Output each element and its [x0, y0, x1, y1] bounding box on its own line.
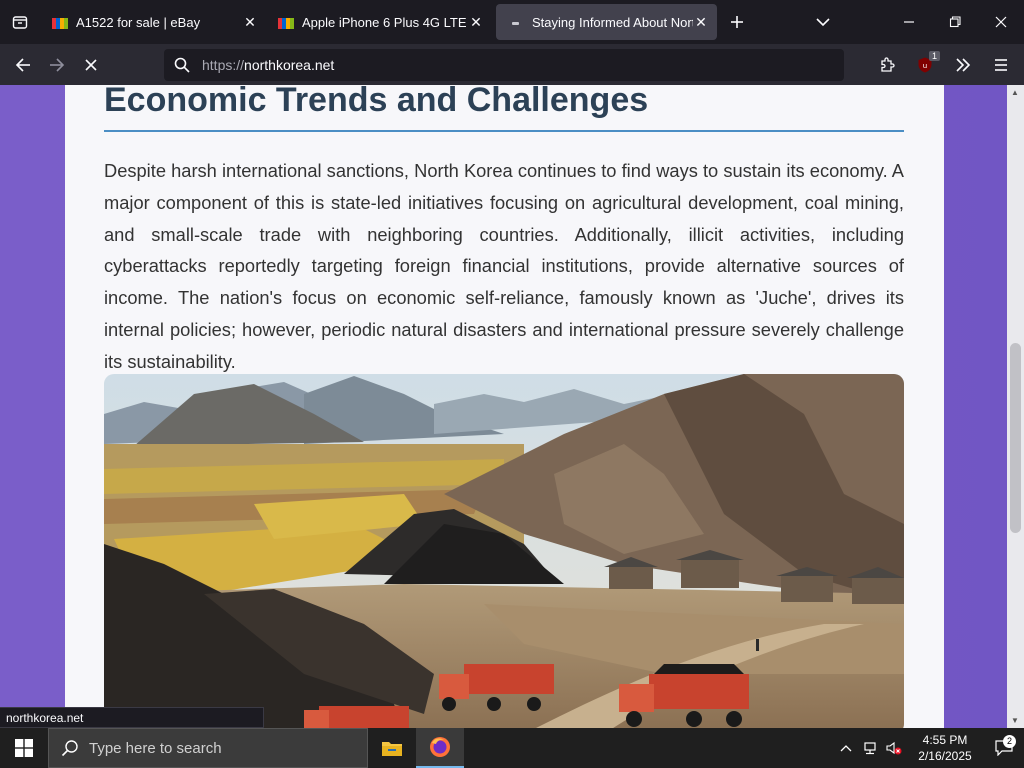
plus-icon — [731, 16, 743, 28]
search-icon — [174, 57, 190, 73]
tab-north-korea[interactable]: Staying Informed About North Korea ✕ — [496, 4, 717, 40]
stop-loading-button[interactable] — [74, 49, 108, 81]
close-tab-icon[interactable]: ✕ — [242, 14, 258, 31]
close-icon — [85, 58, 97, 71]
chevron-down-icon — [816, 18, 830, 27]
clock-time: 4:55 PM — [922, 733, 968, 747]
scrollbar-thumb[interactable] — [1010, 343, 1021, 533]
ublock-extension-button[interactable]: u 1 — [908, 49, 942, 81]
more-tools-button[interactable] — [946, 49, 980, 81]
restore-button[interactable] — [932, 0, 978, 44]
ebay-icon — [278, 17, 294, 29]
minimize-icon — [904, 21, 914, 23]
close-window-button[interactable] — [978, 0, 1024, 44]
coal-mine-landscape-image — [104, 374, 904, 728]
search-icon — [61, 740, 78, 757]
new-tab-button[interactable] — [717, 4, 757, 40]
tab-title: Staying Informed About North Korea — [532, 14, 693, 30]
extensions-button[interactable] — [870, 49, 904, 81]
url-scheme: https:// — [202, 56, 245, 73]
notification-count-badge: 2 — [1003, 735, 1016, 748]
folder-icon — [382, 742, 402, 756]
firefox-taskbar-button[interactable] — [416, 728, 464, 768]
close-tab-icon[interactable]: ✕ — [693, 14, 709, 31]
tab-bar: A1522 for sale | eBay ✕ Apple iPhone 6 P… — [0, 0, 1024, 44]
app-menu-button[interactable] — [984, 49, 1018, 81]
search-placeholder: Type here to search — [89, 739, 222, 757]
taskbar-clock[interactable]: 4:55 PM 2/16/2025 — [906, 732, 984, 764]
scroll-up-icon[interactable]: ▲ — [1011, 88, 1019, 97]
network-icon[interactable] — [858, 741, 882, 755]
windows-logo-icon — [15, 739, 33, 757]
hamburger-menu-icon — [995, 58, 1007, 71]
navigation-toolbar: https://northkorea.net u 1 — [0, 44, 1024, 85]
notification-center-button[interactable]: 2 — [984, 735, 1024, 756]
restore-icon — [949, 16, 961, 28]
link-status-tooltip: northkorea.net — [0, 707, 264, 728]
forward-button[interactable] — [40, 49, 74, 81]
article-card: Economic Trends and Challenges Despite h… — [65, 85, 944, 728]
list-all-tabs-button[interactable] — [800, 0, 846, 44]
file-explorer-button[interactable] — [368, 728, 416, 768]
chevron-up-icon[interactable] — [834, 744, 858, 752]
chevron-double-right-icon — [956, 57, 971, 72]
ebay-icon — [52, 17, 68, 29]
close-tab-icon[interactable]: ✕ — [468, 14, 484, 31]
windows-taskbar: Type here to search 4:55 PM 2/16/2025 2 — [0, 728, 1024, 768]
tab-ebay-iphone[interactable]: Apple iPhone 6 Plus 4G LTE Mobile ✕ — [266, 4, 492, 40]
tab-title: Apple iPhone 6 Plus 4G LTE Mobile — [302, 14, 468, 30]
address-bar[interactable]: https://northkorea.net — [164, 48, 844, 81]
page-scrollbar[interactable]: ▲ ▼ — [1007, 85, 1024, 728]
minimize-button[interactable] — [886, 0, 932, 44]
page-viewport: Economic Trends and Challenges Despite h… — [0, 85, 1007, 728]
article-paragraph: Despite harsh international sanctions, N… — [104, 160, 904, 372]
url-host: northkorea.net — [244, 56, 335, 73]
puzzle-icon — [881, 56, 895, 72]
tab-title: A1522 for sale | eBay — [76, 14, 201, 30]
start-button[interactable] — [0, 728, 48, 768]
scroll-down-icon[interactable]: ▼ — [1011, 716, 1019, 725]
section-heading: Economic Trends and Challenges — [104, 85, 904, 132]
tab-list-icon[interactable] — [0, 0, 40, 44]
page-icon — [508, 17, 524, 28]
taskbar-search-box[interactable]: Type here to search — [48, 728, 368, 768]
tab-ebay-a1522[interactable]: A1522 for sale | eBay ✕ — [40, 4, 266, 40]
back-button[interactable] — [6, 49, 40, 81]
volume-muted-icon[interactable] — [882, 741, 906, 755]
ublock-badge: 1 — [928, 50, 940, 61]
arrow-left-icon — [15, 57, 30, 72]
firefox-icon — [430, 737, 450, 757]
close-icon — [995, 16, 1007, 28]
clock-date: 2/16/2025 — [918, 749, 972, 763]
svg-text:u: u — [923, 62, 927, 70]
arrow-right-icon — [50, 57, 65, 72]
